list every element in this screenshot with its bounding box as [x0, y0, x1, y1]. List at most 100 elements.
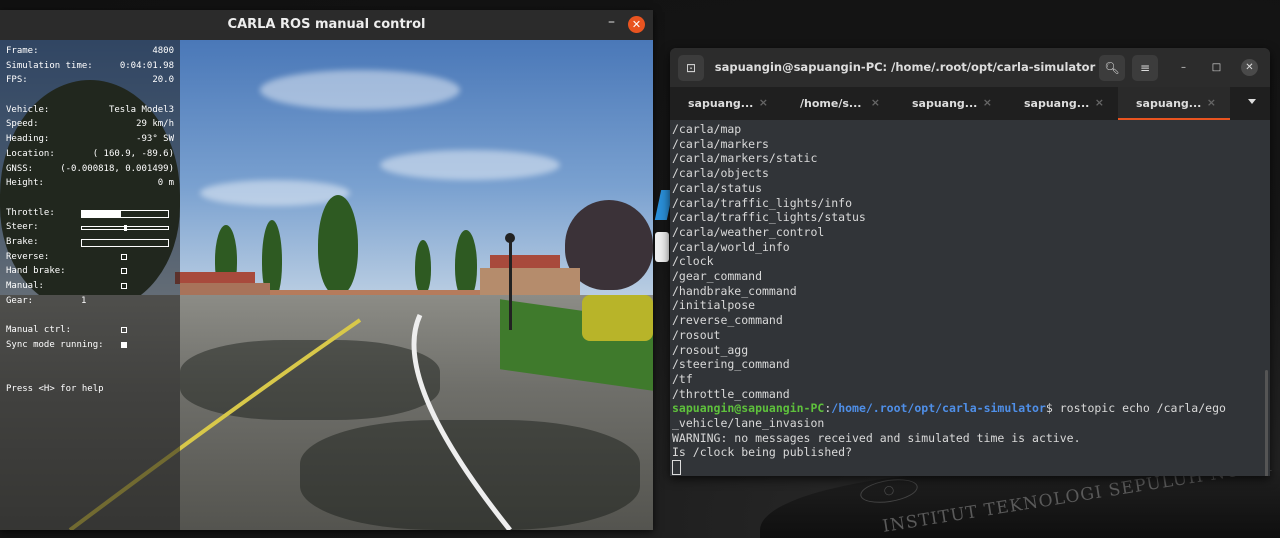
terminal-line: /carla/map: [672, 122, 742, 136]
hud-key: FPS:: [6, 75, 28, 86]
terminal-line: /carla/weather_control: [672, 224, 825, 239]
cursor-line[interactable]: [672, 460, 1270, 476]
terminal-tab[interactable]: sapuang... ×: [1006, 87, 1118, 120]
tab-close-icon[interactable]: ×: [1207, 96, 1216, 109]
reverse-row: Reverse:: [6, 250, 174, 265]
hud-value: 4800: [152, 46, 174, 56]
prompt-user: sapuangin@sapuangin-PC: [672, 401, 825, 416]
brake-label: Brake:: [6, 236, 39, 247]
hud-value: (-0.000818, 0.001499): [60, 163, 174, 174]
terminal-output[interactable]: /carla/map/carla/markers/carla/markers/s…: [670, 120, 1270, 476]
terminal-tab[interactable]: sapuang... ×: [1118, 87, 1230, 120]
maximize-button[interactable]: □: [1208, 59, 1225, 76]
handbrake-row: Hand brake:: [6, 264, 174, 279]
manual-ctrl-row: Manual ctrl:: [6, 323, 174, 338]
hud-value: 29 km/h: [136, 119, 174, 130]
terminal-cursor: [672, 460, 681, 476]
gear-value: 1: [81, 295, 87, 306]
terminal-line: /handbrake_command: [672, 283, 797, 298]
hud-value: 0:04:01.98: [119, 60, 174, 71]
hud-key: Frame:: [6, 46, 39, 56]
warning-line: WARNING: no messages received and simula…: [672, 430, 1081, 445]
throttle-row: Throttle:: [6, 206, 174, 221]
terminal-line: /carla/traffic_lights/info: [672, 195, 853, 210]
hud-key: GNSS:: [6, 163, 34, 174]
close-button[interactable]: ✕: [1241, 59, 1258, 76]
search-button[interactable]: 🔍︎: [1099, 55, 1125, 81]
manual-ctrl-indicator: [121, 327, 127, 334]
terminal-tab[interactable]: sapuang... ×: [670, 87, 782, 120]
minimize-button[interactable]: –: [608, 14, 615, 30]
manual-label: Manual:: [6, 281, 44, 291]
hud-row: Height: 0 m: [6, 176, 174, 191]
tab-close-icon[interactable]: ×: [871, 96, 880, 109]
steer-label: Steer:: [6, 222, 39, 233]
terminal-tab-bar: sapuang... ×/home/s... × sapuang... × sapuang…: [670, 87, 1270, 120]
hud-row: Simulation time: 0:04:01.98: [6, 59, 174, 74]
hud-row: Vehicle: Tesla Model3: [6, 103, 174, 118]
hud-key: Height:: [6, 178, 44, 189]
terminal-title: sapuangin@sapuangin-PC: /home/.root/opt/…: [714, 60, 1096, 74]
hud-row: Location: ( 160.9, -89.6): [6, 147, 174, 162]
desktop-wallpaper-emblem: ◯ INSTITUT TEKNOLOGI SEPULUH NOPEMBER: [760, 470, 1280, 538]
terminal-tab[interactable]: /home/s... ×: [782, 87, 894, 120]
terminal-line: /carla/status: [672, 180, 763, 195]
terminal-line: /clock: [672, 254, 714, 269]
brake-bar: [81, 238, 169, 247]
terminal-line: /carla/markers/static: [672, 151, 818, 166]
sync-indicator: [121, 341, 127, 348]
wallpaper-text: INSTITUT TEKNOLOGI SEPULUH NOPEMBER: [881, 470, 1280, 537]
hud-value: 0 m: [157, 178, 174, 189]
help-row: Press <H> for help: [6, 382, 174, 397]
terminal-tab[interactable]: sapuang... ×: [894, 87, 1006, 120]
hamburger-menu-icon: ≡: [1139, 61, 1151, 75]
terminal-line: /steering_command: [672, 357, 790, 372]
carla-titlebar[interactable]: CARLA ROS manual control – ✕: [0, 10, 653, 41]
terminal-line: /throttle_command: [672, 386, 790, 401]
terminal-line: /carla/world_info: [672, 239, 790, 254]
carla-window[interactable]: CARLA ROS manual control – ✕ Frame: 4800…: [0, 10, 653, 530]
steer-marker: [124, 225, 128, 232]
terminal-line: /gear_command: [672, 269, 763, 284]
wallpaper-logo-icon: ◯: [858, 475, 920, 507]
hud-value: 20.0: [152, 75, 174, 86]
tab-close-icon[interactable]: ×: [1095, 96, 1104, 109]
hud-key: Simulation time:: [6, 60, 93, 71]
background-window-edge: [655, 232, 669, 262]
terminal-titlebar[interactable]: ⊡ sapuangin@sapuangin-PC: /home/.root/op…: [670, 48, 1270, 87]
close-button[interactable]: ✕: [628, 16, 645, 33]
hud-key: Vehicle:: [6, 104, 50, 115]
terminal-line: /rosout_agg: [672, 342, 749, 357]
new-tab-icon: ⊡: [685, 61, 697, 75]
prompt-line: sapuangin@sapuangin-PC:/home/.root/opt/c…: [672, 401, 1270, 416]
tab-label: sapuang...: [688, 97, 754, 110]
simulation-viewport[interactable]: Frame: 4800 Simulation time: 0:04:01.98 FPS:…: [0, 40, 653, 530]
sync-row: Sync mode running:: [6, 338, 174, 353]
handbrake-label: Hand brake:: [6, 266, 66, 277]
hud-info: Frame: 4800 Simulation time: 0:04:01.98 FPS:…: [6, 44, 174, 397]
hud-value: Tesla Model3: [108, 104, 174, 115]
terminal-window[interactable]: ⊡ sapuangin@sapuangin-PC: /home/.root/op…: [670, 48, 1270, 476]
hud-value: -93° SW: [136, 134, 174, 145]
terminal-line: /carla/objects: [672, 166, 769, 181]
terminal-line: /carla/markers: [672, 136, 769, 151]
throttle-bar: [81, 209, 169, 218]
gear-label: Gear:: [6, 295, 34, 306]
brake-row: Brake:: [6, 235, 174, 250]
tab-close-icon[interactable]: ×: [983, 96, 992, 109]
hud-row: Heading: -93° SW: [6, 132, 174, 147]
hud-row: Frame: 4800: [6, 44, 174, 59]
scrollbar[interactable]: [1265, 370, 1268, 476]
minimize-button[interactable]: –: [1175, 59, 1192, 76]
tab-list-dropdown-icon[interactable]: [1248, 99, 1256, 104]
menu-button[interactable]: ≡: [1132, 55, 1158, 81]
terminal-line: /carla/traffic_lights/status: [672, 210, 866, 225]
terminal-line: /rosout: [672, 327, 721, 342]
new-tab-button[interactable]: ⊡: [678, 55, 704, 81]
tab-label: sapuang...: [1024, 97, 1090, 110]
throttle-fill: [82, 210, 121, 217]
search-icon: 🔍︎: [1104, 61, 1120, 75]
prompt-path: /home/.root/opt/carla-simulator: [831, 401, 1046, 416]
tab-close-icon[interactable]: ×: [759, 96, 768, 109]
manual-row: Manual:: [6, 279, 174, 294]
